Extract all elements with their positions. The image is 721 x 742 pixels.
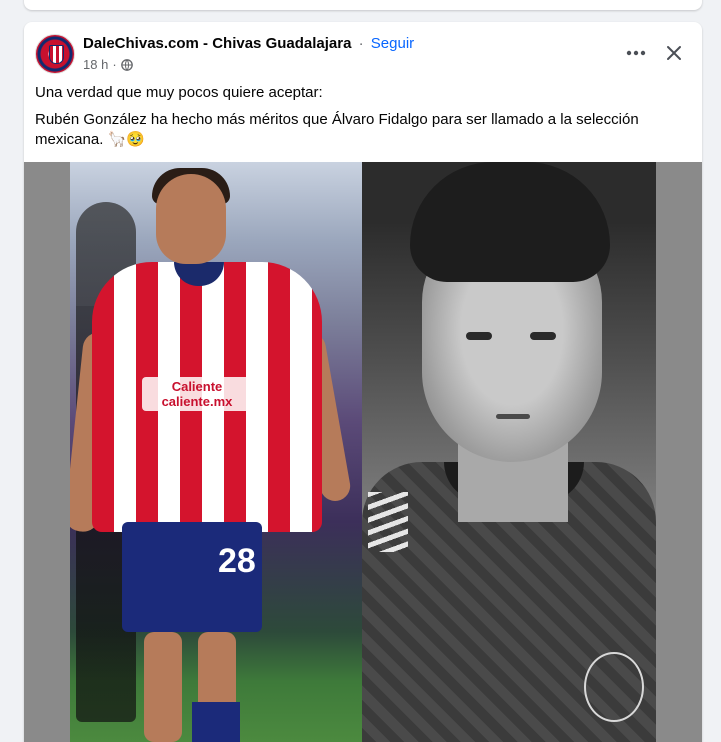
post-text-line-1: Una verdad que muy pocos quiere aceptar: (35, 84, 323, 101)
post-text-line-2: Rubén González ha hecho más méritos que … (35, 111, 639, 148)
title-separator: · (358, 35, 364, 52)
player-hair (410, 162, 610, 282)
shorts-number: 28 (218, 542, 256, 580)
page-name-link[interactable]: DaleChivas.com - Chivas Guadalajara (83, 35, 351, 52)
chivas-crest-logo (49, 45, 64, 64)
right-eye (530, 332, 556, 340)
previous-post-card (24, 0, 702, 10)
close-post-button[interactable] (659, 38, 689, 68)
post-media[interactable]: Caliente caliente.mx 28 (24, 162, 702, 742)
player-sock (192, 702, 240, 742)
post-title-line: DaleChivas.com - Chivas Guadalajara · Se… (83, 35, 414, 52)
player-photo-alvaro-fidalgo[interactable] (362, 162, 656, 742)
left-leg (144, 632, 182, 742)
close-icon (667, 46, 681, 60)
post-timestamp[interactable]: 18 h (83, 57, 108, 72)
mouth (496, 414, 530, 419)
left-eye (466, 332, 492, 340)
follow-button[interactable]: Seguir (371, 35, 414, 52)
facebook-post: DaleChivas.com - Chivas Guadalajara · Se… (24, 22, 702, 742)
post-meta: 18 h · (83, 57, 133, 72)
more-options-button[interactable] (621, 38, 651, 68)
globe-icon[interactable] (120, 58, 133, 71)
meta-separator: · (112, 57, 117, 72)
jersey-sponsor: Caliente caliente.mx (142, 377, 252, 411)
mexico-crest (584, 652, 644, 722)
post-header: DaleChivas.com - Chivas Guadalajara · Se… (24, 22, 702, 82)
player-photo-ruben-gonzalez[interactable]: Caliente caliente.mx 28 (70, 162, 362, 742)
shoulder-stripes (368, 492, 408, 552)
page-avatar[interactable] (35, 34, 75, 74)
more-options-icon (626, 50, 646, 56)
player-head (156, 174, 226, 264)
